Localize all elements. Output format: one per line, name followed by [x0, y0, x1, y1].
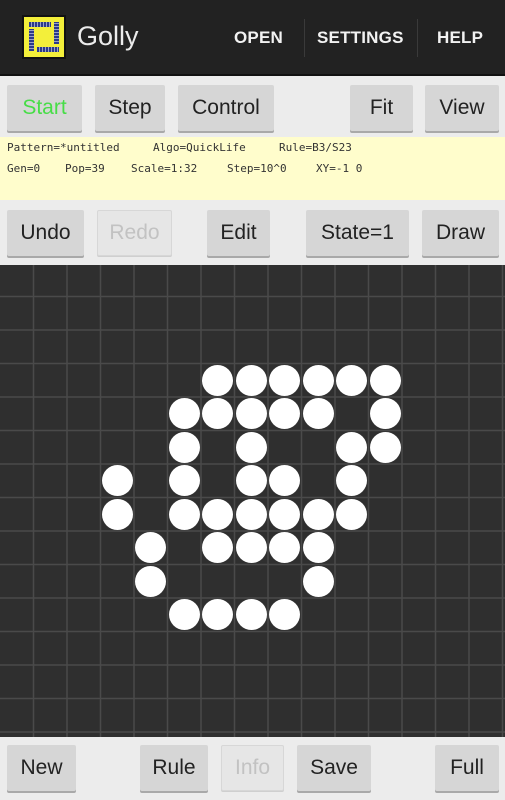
golly-logo-icon — [22, 15, 66, 59]
redo-button[interactable]: Redo — [97, 210, 172, 256]
start-button[interactable]: Start — [7, 85, 82, 131]
save-button[interactable]: Save — [297, 745, 371, 791]
live-cell — [135, 565, 167, 597]
generation-label: Gen=0 — [7, 162, 41, 175]
live-cell — [269, 498, 301, 530]
full-button[interactable]: Full — [435, 745, 499, 791]
menu-help[interactable]: HELP — [437, 28, 483, 48]
live-cell — [235, 498, 267, 530]
live-cell — [302, 398, 334, 430]
draw-button[interactable]: Draw — [422, 210, 499, 256]
rule-button[interactable]: Rule — [140, 745, 208, 791]
live-cell — [101, 498, 133, 530]
live-cell — [235, 532, 267, 564]
live-cell — [168, 465, 200, 497]
live-cell — [202, 364, 234, 396]
live-cell — [302, 498, 334, 530]
live-cell — [168, 431, 200, 463]
pattern-name: Pattern=*untitled — [7, 141, 120, 154]
live-cell — [369, 364, 401, 396]
action-bar: Golly OPEN SETTINGS HELP — [0, 0, 505, 76]
menu-settings[interactable]: SETTINGS — [317, 28, 404, 48]
fit-button[interactable]: Fit — [350, 85, 413, 131]
live-cell — [302, 565, 334, 597]
live-cell — [235, 465, 267, 497]
step-button[interactable]: Step — [95, 85, 165, 131]
live-cell — [336, 431, 368, 463]
live-cell — [235, 398, 267, 430]
xy-label: XY=-1 0 — [316, 162, 363, 175]
live-cell — [235, 599, 267, 631]
new-button[interactable]: New — [7, 745, 76, 791]
live-cell — [235, 431, 267, 463]
live-cell — [269, 364, 301, 396]
live-cell — [369, 431, 401, 463]
undo-button[interactable]: Undo — [7, 210, 84, 256]
control-button[interactable]: Control — [178, 85, 274, 131]
live-cell — [168, 599, 200, 631]
menu-divider — [304, 19, 305, 57]
status-panel: Pattern=*untitled Algo=QuickLife Rule=B3… — [0, 137, 505, 200]
population-label: Pop=39 — [65, 162, 105, 175]
step-label: Step=10^0 — [227, 162, 287, 175]
algo-label: Algo=QuickLife — [153, 141, 246, 154]
pattern-viewport[interactable] — [0, 265, 505, 737]
app-title: Golly — [77, 21, 139, 51]
live-cell — [202, 498, 234, 530]
live-cell — [235, 364, 267, 396]
scale-label: Scale=1:32 — [131, 162, 198, 175]
menu-open[interactable]: OPEN — [234, 28, 283, 48]
rule-label: Rule=B3/S23 — [279, 141, 352, 154]
info-button[interactable]: Info — [221, 745, 284, 791]
live-cell — [101, 465, 133, 497]
menu-divider — [417, 19, 418, 57]
edit-button[interactable]: Edit — [207, 210, 270, 256]
live-cell — [302, 364, 334, 396]
live-cell — [302, 532, 334, 564]
live-cell — [336, 498, 368, 530]
live-cell — [168, 398, 200, 430]
view-button[interactable]: View — [425, 85, 499, 131]
live-cell — [168, 498, 200, 530]
live-cell — [369, 398, 401, 430]
state-button[interactable]: State=1 — [306, 210, 409, 256]
live-cell — [336, 364, 368, 396]
